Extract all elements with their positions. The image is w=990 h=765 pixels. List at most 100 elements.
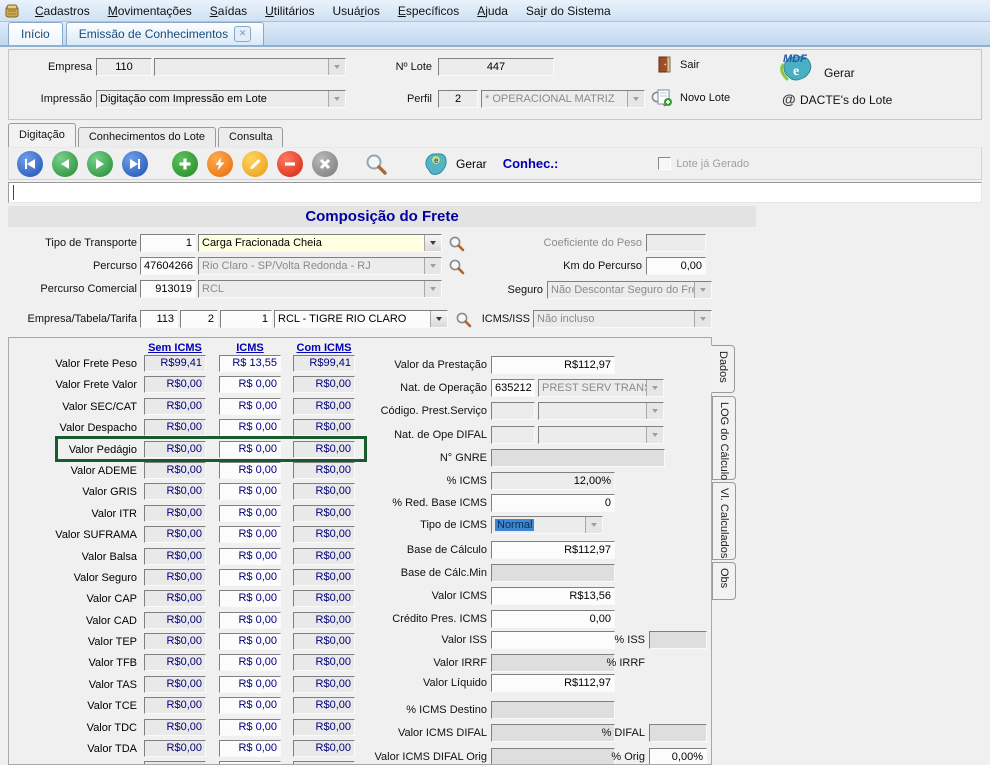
- codigo-prest-servico-combo[interactable]: [538, 402, 664, 420]
- icms-iss-combo[interactable]: Não incluso: [533, 310, 712, 328]
- next-record-icon[interactable]: [87, 151, 113, 177]
- value-icms-field[interactable]: R$ 0,00: [219, 612, 281, 629]
- percurso-search-icon[interactable]: [448, 258, 465, 275]
- menu-item-5[interactable]: Usuários: [323, 2, 388, 20]
- menu-item-4[interactable]: Utilitários: [256, 2, 323, 20]
- value-com-icms-field[interactable]: R$0,00: [293, 505, 355, 522]
- value-sem-icms-field[interactable]: R$0,00: [144, 676, 206, 693]
- pct-icms-field[interactable]: 12,00%: [491, 472, 615, 490]
- dropdown-button[interactable]: [328, 59, 345, 75]
- dropdown-button[interactable]: [627, 91, 644, 107]
- lightning-calculate-icon[interactable]: [207, 151, 233, 177]
- value-com-icms-field[interactable]: R$99,41: [293, 355, 355, 372]
- pct-icms-destino-field[interactable]: [491, 701, 615, 719]
- side-tab-log-do-calculo[interactable]: LOG do Cálculo: [712, 396, 736, 480]
- value-sem-icms-field[interactable]: R$0,00: [144, 612, 206, 629]
- tipo-transporte-code-field[interactable]: 1: [140, 234, 196, 252]
- value-sem-icms-field[interactable]: R$0,00: [144, 505, 206, 522]
- value-com-icms-field[interactable]: R$0,00: [293, 569, 355, 586]
- perfil-code-field[interactable]: 2: [438, 90, 478, 108]
- dropdown-button[interactable]: [646, 427, 663, 443]
- tab-conhecimentos-do-lote[interactable]: Conhecimentos do Lote: [78, 127, 216, 147]
- value-icms-field[interactable]: R$ 13,55: [219, 355, 281, 372]
- seguro-combo[interactable]: Não Descontar Seguro do Frete P: [547, 281, 712, 299]
- lote-field[interactable]: 447: [438, 58, 554, 76]
- value-com-icms-field[interactable]: R$0,00: [293, 761, 355, 765]
- value-sem-icms-field[interactable]: R$0,00: [144, 441, 206, 458]
- value-sem-icms-field[interactable]: R$0,00: [144, 740, 206, 757]
- percurso-comercial-code-field[interactable]: 913019: [140, 280, 196, 298]
- tipo-transporte-combo[interactable]: Carga Fracionada Cheia: [198, 234, 442, 252]
- value-com-icms-field[interactable]: R$0,00: [293, 483, 355, 500]
- delete-record-icon[interactable]: [277, 151, 303, 177]
- dropdown-button[interactable]: [424, 281, 441, 297]
- value-icms-field[interactable]: R$ 0,00: [219, 441, 281, 458]
- empresa-code-field[interactable]: 110: [96, 58, 152, 76]
- ett-empresa-field[interactable]: 113: [140, 310, 178, 328]
- add-record-icon[interactable]: [172, 151, 198, 177]
- tab-emissao-de-conhecimentos[interactable]: Emissão de Conhecimentos ✕: [66, 22, 264, 45]
- cancel-icon[interactable]: [312, 151, 338, 177]
- valor-liquido-field[interactable]: R$112,97: [491, 674, 615, 692]
- tab-consulta[interactable]: Consulta: [218, 127, 283, 147]
- dropdown-button[interactable]: [646, 403, 663, 419]
- valor-icms-field[interactable]: R$13,56: [491, 587, 615, 605]
- value-sem-icms-field[interactable]: R$0,00: [144, 761, 206, 765]
- value-com-icms-field[interactable]: R$0,00: [293, 719, 355, 736]
- km-percurso-field[interactable]: 0,00: [646, 257, 706, 275]
- dropdown-button[interactable]: [328, 91, 345, 107]
- mdfe-logo-icon[interactable]: MDF e: [775, 51, 817, 83]
- dropdown-button[interactable]: [430, 311, 447, 327]
- gerar-conhecimento-button[interactable]: Gerar: [456, 157, 487, 171]
- nat-operacao-combo[interactable]: PREST SERV TRANSI: [538, 379, 664, 397]
- menu-item-8[interactable]: Sair do Sistema: [517, 2, 620, 20]
- value-com-icms-field[interactable]: R$0,00: [293, 612, 355, 629]
- dropdown-button[interactable]: [424, 235, 441, 251]
- value-sem-icms-field[interactable]: R$0,00: [144, 483, 206, 500]
- value-icms-field[interactable]: R$ 0,00: [219, 676, 281, 693]
- value-com-icms-field[interactable]: R$0,00: [293, 376, 355, 393]
- value-icms-field[interactable]: R$ 0,00: [219, 526, 281, 543]
- door-exit-icon[interactable]: [657, 56, 672, 73]
- menu-item-1[interactable]: Cadastros: [26, 2, 99, 20]
- value-icms-field[interactable]: R$ 0,00: [219, 398, 281, 415]
- side-tab-dados[interactable]: Dados: [711, 345, 735, 393]
- percurso-code-field[interactable]: 47604266: [140, 257, 196, 275]
- dropdown-button[interactable]: [646, 380, 663, 396]
- tab-inicio[interactable]: Início: [8, 22, 63, 45]
- novo-lote-button[interactable]: Novo Lote: [680, 92, 730, 104]
- dropdown-button[interactable]: [694, 311, 711, 327]
- dacte-do-lote-button[interactable]: DACTE's do Lote: [800, 93, 892, 107]
- value-icms-field[interactable]: R$ 0,00: [219, 569, 281, 586]
- value-com-icms-field[interactable]: R$0,00: [293, 419, 355, 436]
- sair-button[interactable]: Sair: [680, 59, 700, 71]
- conhecimento-display-strip[interactable]: [8, 182, 982, 203]
- value-com-icms-field[interactable]: R$0,00: [293, 676, 355, 693]
- value-sem-icms-field[interactable]: R$0,00: [144, 462, 206, 479]
- value-com-icms-field[interactable]: R$0,00: [293, 740, 355, 757]
- impressao-combo[interactable]: Digitação com Impressão em Lote: [96, 90, 346, 108]
- value-com-icms-field[interactable]: R$0,00: [293, 441, 355, 458]
- value-icms-field[interactable]: R$ 0,00: [219, 376, 281, 393]
- value-icms-field[interactable]: R$ 0,00: [219, 483, 281, 500]
- value-com-icms-field[interactable]: R$0,00: [293, 654, 355, 671]
- base-calc-min-field[interactable]: [491, 564, 615, 582]
- value-sem-icms-field[interactable]: R$0,00: [144, 419, 206, 436]
- side-tab-vl-calculados[interactable]: Vl. Calculados: [712, 482, 736, 560]
- percurso-combo[interactable]: Rio Claro - SP/Volta Redonda - RJ: [198, 257, 442, 275]
- value-sem-icms-field[interactable]: R$0,00: [144, 398, 206, 415]
- at-sign-icon[interactable]: @: [782, 91, 796, 107]
- search-icon[interactable]: [364, 152, 388, 176]
- coeficiente-peso-field[interactable]: [646, 234, 706, 252]
- value-icms-field[interactable]: R$ 0,00: [219, 590, 281, 607]
- empresa-name-combo[interactable]: [154, 58, 346, 76]
- dropdown-button[interactable]: [585, 517, 602, 533]
- nat-operacao-code-field[interactable]: 635212: [491, 379, 535, 397]
- base-calculo-field[interactable]: R$112,97: [491, 541, 615, 559]
- value-com-icms-field[interactable]: R$0,00: [293, 633, 355, 650]
- side-tab-obs[interactable]: Obs: [712, 562, 736, 600]
- new-lote-icon[interactable]: [656, 89, 673, 107]
- value-com-icms-field[interactable]: R$0,00: [293, 697, 355, 714]
- value-sem-icms-field[interactable]: R$0,00: [144, 719, 206, 736]
- value-icms-field[interactable]: R$ 0,00: [219, 654, 281, 671]
